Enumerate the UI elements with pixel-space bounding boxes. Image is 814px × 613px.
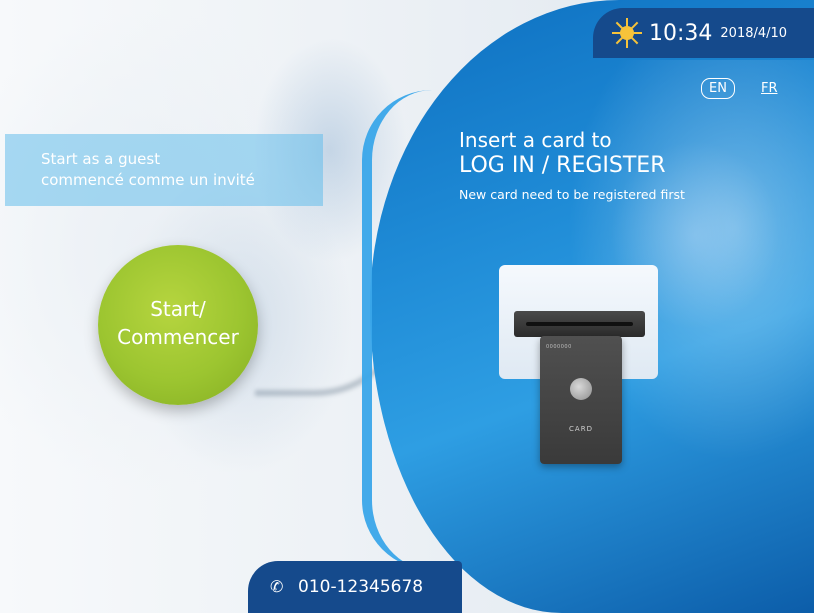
guest-banner [5,134,323,206]
card-icon: 0000000 CARD [540,336,622,464]
start-button-label-fr: Commencer [117,325,239,349]
card-label: CARD [569,425,593,433]
start-button[interactable]: Start/ Commencer [98,245,258,405]
clock-time: 10:34 [649,20,713,46]
card-chip [570,378,592,400]
sun-icon [612,18,642,48]
guest-label-fr: commencé comme un invité [41,171,255,189]
phone-icon: ✆ [270,577,284,596]
card-number: 0000000 [546,344,572,350]
accent-curve [362,90,432,570]
clock-date: 2018/4/10 [720,25,788,41]
time-bar: 10:34 2018/4/10 [593,8,814,58]
insert-card-title: Insert a card to [459,128,612,152]
start-button-label-en: Start/ [150,297,206,321]
guest-label-en: Start as a guest [41,150,161,168]
insert-card-heading: LOG IN / REGISTER [459,153,666,178]
language-fr-button[interactable]: FR [761,78,778,99]
insert-card-subtitle: New card need to be registered first [459,187,685,202]
card-slot [514,311,645,337]
phone-number: 010-12345678 [298,577,424,597]
language-en-button[interactable]: EN [701,78,735,99]
phone-bar: ✆ 010-12345678 [248,561,462,613]
